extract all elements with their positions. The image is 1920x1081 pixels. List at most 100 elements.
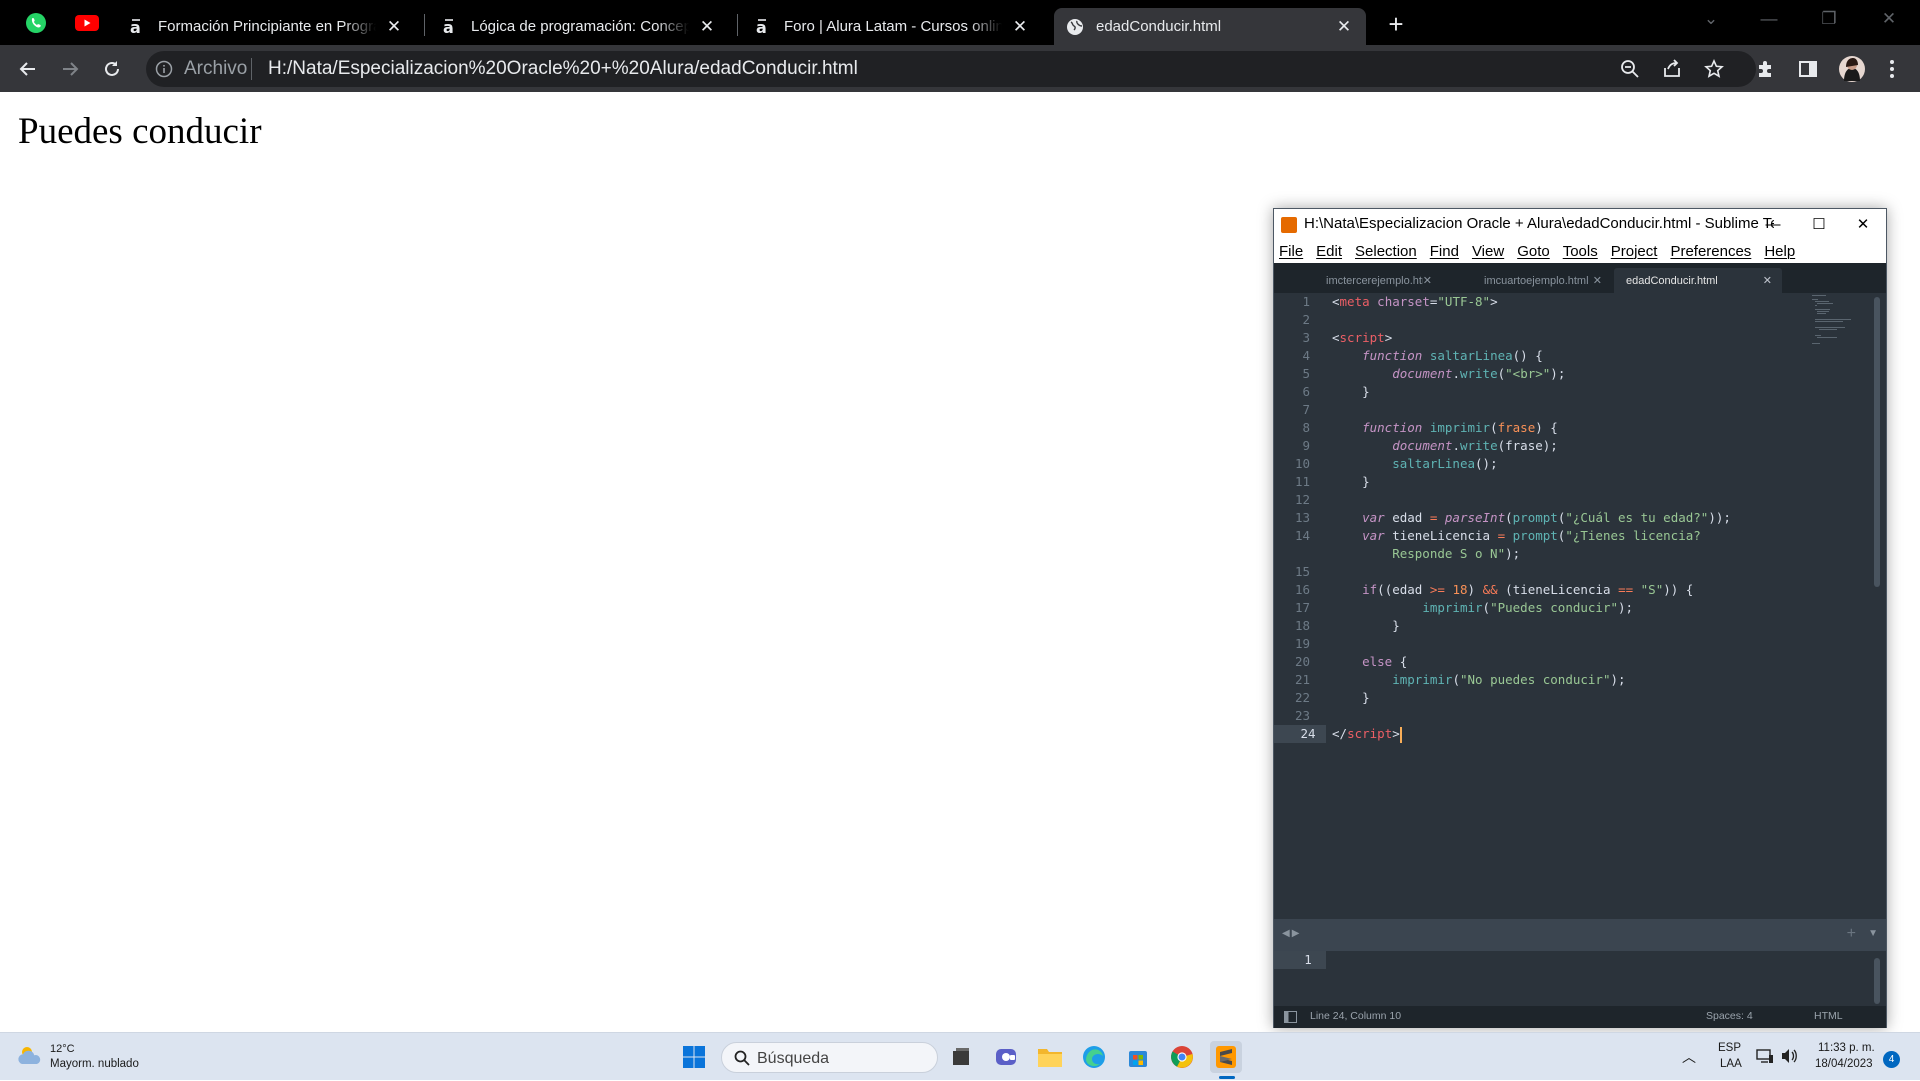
line-number: 20	[1294, 654, 1310, 669]
windows-taskbar: 12°C Mayorm. nublado Búsqueda ︿ ESP LAA …	[0, 1032, 1920, 1080]
minimize-button[interactable]: —	[1740, 0, 1798, 38]
menu-project[interactable]: Project	[1611, 243, 1658, 260]
sublime-minimize-button[interactable]: —	[1750, 209, 1796, 239]
browser-tab[interactable]: a Lógica de programación: Conceptos prim…	[429, 8, 729, 45]
close-icon[interactable]: ✕	[1010, 17, 1030, 37]
taskbar-app-sublime[interactable]	[1210, 1041, 1242, 1073]
output-panel[interactable]: 1	[1274, 951, 1886, 1006]
line-number-current: 24	[1274, 725, 1326, 743]
tab-title: Formación Principiante en Programación	[158, 18, 376, 35]
url-text[interactable]: H:/Nata/Especializacion%20Oracle%20+%20A…	[268, 51, 858, 87]
code-line: else {	[1362, 654, 1408, 669]
line-number: 10	[1294, 456, 1310, 471]
forward-button[interactable]	[54, 53, 86, 85]
pinned-tab-youtube[interactable]	[69, 8, 105, 37]
site-info-chip[interactable]: Archivo	[184, 51, 247, 87]
address-bar[interactable]: Archivo H:/Nata/Especializacion%20Oracle…	[146, 51, 1756, 87]
code-content[interactable]: <meta charset="UTF-8"> <script> function…	[1332, 293, 1731, 743]
menu-edit[interactable]: Edit	[1316, 243, 1342, 260]
taskbar-app-teams[interactable]	[990, 1041, 1022, 1073]
add-tab-icon[interactable]: +	[1847, 925, 1856, 943]
windows-start-button[interactable]	[678, 1041, 710, 1073]
code-editor[interactable]: 1 2 3 4 5 6 7 8 9 10 11 12 13 14 15 16 1…	[1274, 293, 1886, 919]
panel-toggle-icon[interactable]	[1284, 1011, 1297, 1023]
tab-search-button[interactable]: ⌄	[1682, 0, 1740, 38]
editor-tab-active[interactable]: edadConducir.html ✕	[1614, 268, 1782, 293]
taskbar-app-chrome[interactable]	[1166, 1041, 1198, 1073]
close-window-button[interactable]: ✕	[1860, 0, 1918, 38]
indentation-setting[interactable]: Spaces: 4	[1706, 1010, 1753, 1022]
sublime-maximize-button[interactable]: ☐	[1796, 209, 1842, 239]
editor-tab[interactable]: imcuartoejemplo.html ✕	[1444, 268, 1612, 293]
menu-selection[interactable]: Selection	[1355, 243, 1417, 260]
pinned-tab-whatsapp[interactable]	[18, 8, 54, 37]
new-tab-button[interactable]: +	[1382, 9, 1410, 39]
close-icon[interactable]: ✕	[384, 17, 404, 37]
cursor-position[interactable]: Line 24, Column 10	[1310, 1010, 1401, 1022]
menu-tools[interactable]: Tools	[1563, 243, 1598, 260]
line-number: 16	[1294, 582, 1310, 597]
close-icon[interactable]: ✕	[697, 17, 717, 37]
code-line: function saltarLinea() {	[1362, 348, 1543, 363]
sublime-status-bar: Line 24, Column 10 Spaces: 4 HTML	[1274, 1006, 1886, 1028]
side-panel-icon	[1799, 61, 1817, 77]
close-icon: ✕	[1856, 216, 1870, 233]
panel-nav-arrows-icon[interactable]: ◀▶	[1282, 928, 1301, 939]
syntax-mode[interactable]: HTML	[1814, 1010, 1843, 1022]
sublime-close-button[interactable]: ✕	[1840, 209, 1886, 239]
browser-tab[interactable]: a Formación Principiante en Programación…	[116, 8, 416, 45]
zoom-icon[interactable]	[1618, 57, 1642, 81]
menu-view[interactable]: View	[1472, 243, 1504, 260]
panel-scrollbar[interactable]	[1874, 958, 1880, 1004]
vertical-scrollbar[interactable]	[1874, 297, 1880, 587]
line-number: 11	[1294, 474, 1310, 489]
share-icon[interactable]	[1660, 57, 1684, 81]
close-icon[interactable]: ✕	[1763, 274, 1772, 287]
panel-menu-icon[interactable]: ▼	[1868, 928, 1878, 939]
minimap[interactable]	[1812, 293, 1862, 353]
menu-preferences[interactable]: Preferences	[1670, 243, 1751, 260]
menu-help[interactable]: Help	[1764, 243, 1795, 260]
taskbar-app-task-view[interactable]	[945, 1041, 977, 1073]
code-line: Responde S o N");	[1332, 546, 1521, 561]
browser-tab-active[interactable]: edadConducir.html ✕	[1054, 8, 1366, 45]
taskbar-search[interactable]: Búsqueda	[721, 1042, 938, 1073]
taskbar-app-edge[interactable]	[1078, 1041, 1110, 1073]
notification-badge[interactable]: 4	[1883, 1051, 1900, 1068]
star-icon[interactable]	[1702, 57, 1726, 81]
weather-description[interactable]: Mayorm. nublado	[50, 1058, 139, 1070]
taskbar-app-store[interactable]	[1122, 1041, 1154, 1073]
side-panel-button[interactable]	[1792, 53, 1824, 85]
chrome-menu-button[interactable]	[1876, 53, 1908, 85]
tab-title: Foro | Alura Latam - Cursos online de te…	[784, 18, 1002, 35]
menu-file[interactable]: File	[1279, 243, 1303, 260]
maximize-icon: ☐	[1812, 216, 1826, 233]
menu-find[interactable]: Find	[1430, 243, 1459, 260]
code-line: if((edad >= 18) && (tieneLicencia == "S"…	[1362, 582, 1694, 597]
code-line: var tieneLicencia = prompt("¿Tienes lice…	[1362, 528, 1701, 543]
panel-line-number: 1	[1274, 951, 1326, 969]
code-line: <meta charset="UTF-8">	[1332, 294, 1498, 309]
extensions-button[interactable]	[1750, 53, 1782, 85]
partly-cloudy-icon[interactable]	[17, 1044, 43, 1068]
line-number: 23	[1294, 708, 1310, 723]
code-line: </script>	[1332, 726, 1402, 743]
close-icon[interactable]: ✕	[1593, 274, 1602, 287]
back-button[interactable]	[12, 53, 44, 85]
close-icon[interactable]: ✕	[1423, 274, 1432, 287]
browser-tab[interactable]: a Foro | Alura Latam - Cursos online de …	[742, 8, 1042, 45]
volume-icon	[1782, 1049, 1797, 1063]
restore-button[interactable]: ❐	[1800, 0, 1858, 38]
tab-divider	[737, 14, 738, 36]
editor-tab[interactable]: imctercerejemplo.html ✕	[1274, 268, 1442, 293]
taskbar-app-folder[interactable]	[1034, 1041, 1066, 1073]
line-number: 9	[1302, 438, 1310, 453]
info-icon[interactable]	[155, 60, 173, 78]
close-icon[interactable]: ✕	[1334, 17, 1354, 37]
menu-goto[interactable]: Goto	[1517, 243, 1550, 260]
weather-temperature[interactable]: 12°C	[50, 1043, 75, 1055]
sublime-titlebar[interactable]: H:\Nata\Especializacion Oracle + Alura\e…	[1274, 209, 1886, 239]
reload-button[interactable]	[96, 53, 128, 85]
line-number: 14	[1294, 528, 1310, 543]
profile-button[interactable]	[1836, 53, 1868, 85]
